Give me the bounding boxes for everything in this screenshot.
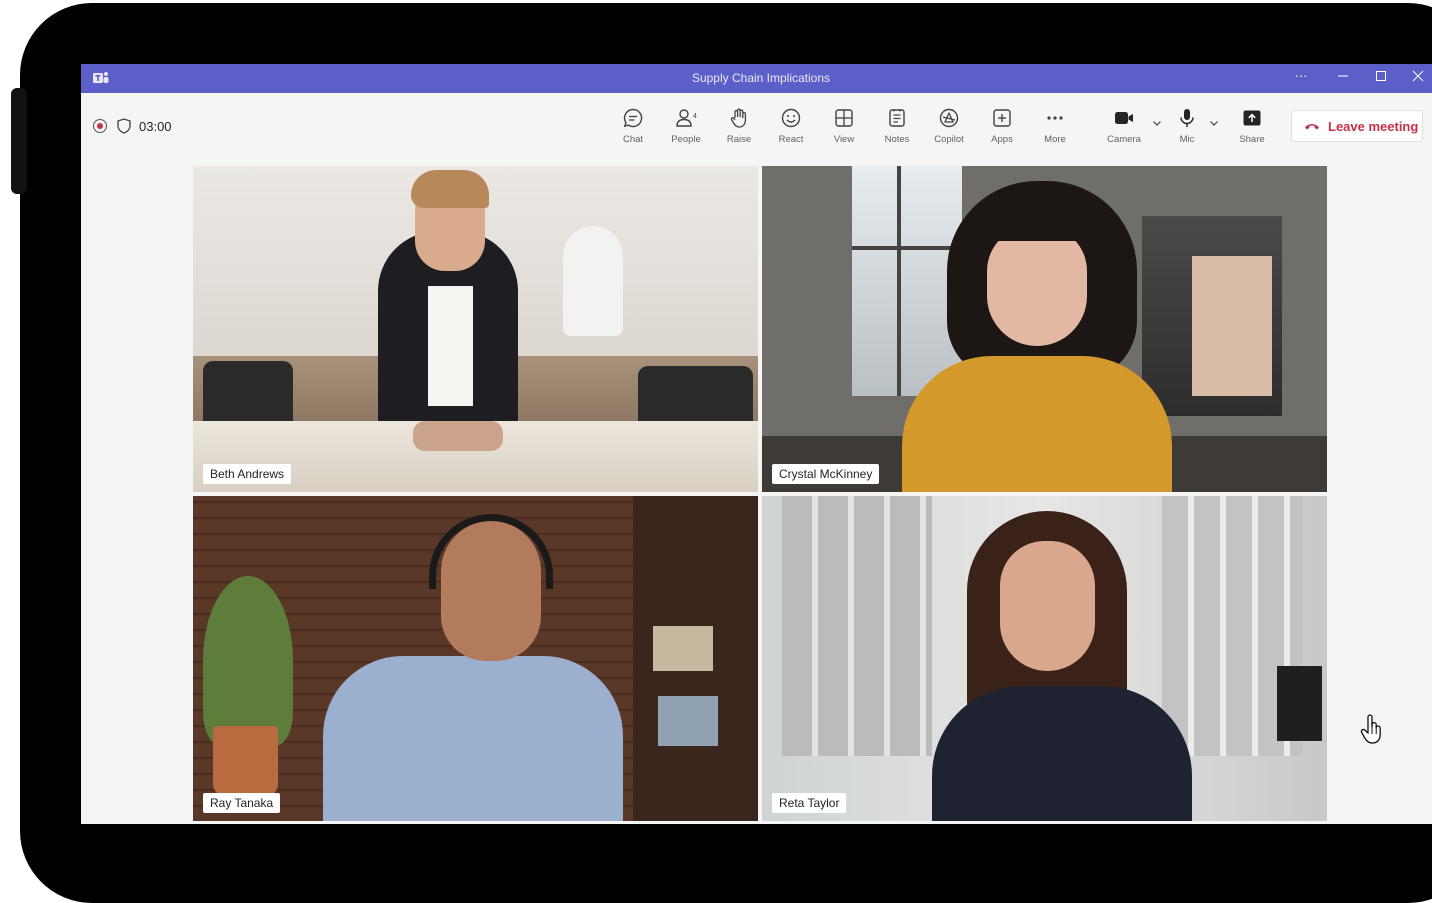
window-frame [897, 166, 901, 396]
face-reta [1000, 541, 1095, 671]
bangs-crystal [980, 196, 1095, 241]
notes-button[interactable]: Notes [871, 107, 923, 145]
hanging-shirt [1192, 256, 1272, 396]
window-light [852, 166, 962, 396]
mic-options-chevron-icon[interactable] [1208, 117, 1220, 129]
monitor [1277, 666, 1322, 741]
copilot-icon [939, 108, 959, 128]
notes-icon [889, 109, 905, 127]
people-icon: 4 [676, 109, 697, 127]
raise-label: Raise [726, 134, 752, 145]
camera-label: Camera [1107, 134, 1141, 145]
participant-name-label: Crystal McKinney [772, 464, 880, 484]
maximize-icon [1376, 71, 1386, 81]
chat-label: Chat [622, 134, 644, 145]
meeting-toolbar: 03:00 Chat 4 People Raise React View Not… [81, 93, 1432, 161]
book-display-2 [658, 696, 718, 746]
video-tile-ray-tanaka[interactable]: Ray Tanaka [193, 496, 758, 821]
window-frame-h [852, 246, 962, 250]
hand-pointer-cursor-icon [1360, 714, 1381, 744]
window-title: Supply Chain Implications [691, 71, 831, 85]
share-button[interactable]: Share [1226, 107, 1278, 145]
more-button[interactable]: More [1029, 107, 1081, 145]
device-side-button [11, 88, 27, 194]
blue-shirt [323, 656, 623, 821]
copilot-button[interactable]: Copilot [923, 107, 975, 145]
camera-icon [1115, 112, 1133, 124]
video-tile-reta-taylor[interactable]: Reta Taylor [762, 496, 1327, 821]
react-label: React [778, 134, 804, 145]
video-tile-beth-andrews[interactable]: Beth Andrews [193, 166, 758, 492]
share-icon [1243, 110, 1261, 126]
raise-hand-icon [730, 108, 747, 128]
share-label: Share [1239, 134, 1265, 145]
apps-button[interactable]: Apps [976, 107, 1028, 145]
view-label: View [833, 134, 855, 145]
mic-button[interactable]: Mic [1161, 107, 1213, 145]
camera-button[interactable]: Camera [1098, 107, 1150, 145]
apps-label: Apps [991, 134, 1013, 145]
dark-blouse [932, 686, 1192, 821]
mic-label: Mic [1179, 134, 1195, 145]
maximize-button[interactable] [1371, 70, 1391, 85]
white-chair [563, 226, 623, 336]
leave-meeting-label: Leave meeting [1328, 119, 1419, 134]
chair-right [638, 366, 753, 421]
copilot-label: Copilot [934, 134, 964, 145]
title-bar: Supply Chain Implications ··· [81, 64, 1432, 93]
chair-left [203, 361, 293, 421]
more-label: More [1044, 134, 1066, 145]
building-facade [782, 496, 932, 756]
people-button[interactable]: 4 People [660, 107, 712, 145]
potted-plant [203, 576, 293, 746]
people-label: People [671, 134, 701, 145]
raise-hand-button[interactable]: Raise [713, 107, 765, 145]
shield-icon [117, 118, 131, 134]
chat-icon [623, 108, 643, 128]
react-icon [781, 108, 801, 128]
video-grid: Beth Andrews Crystal McKinney Ray Tanaka… [193, 166, 1327, 821]
book-display [653, 626, 713, 671]
more-icon [1047, 116, 1063, 120]
mic-icon [1180, 109, 1194, 127]
view-button[interactable]: View [818, 107, 870, 145]
hang-up-icon [1305, 124, 1319, 130]
minimize-button[interactable] [1333, 70, 1353, 85]
close-icon [1412, 70, 1424, 82]
plant-pot [213, 726, 278, 796]
participant-name-label: Reta Taylor [772, 793, 847, 813]
react-button[interactable]: React [765, 107, 817, 145]
window-more-button[interactable]: ··· [1291, 68, 1311, 83]
teams-meeting-window: Supply Chain Implications ··· 03:00 Chat… [81, 64, 1432, 824]
recording-indicator-icon [93, 119, 107, 133]
participant-name-label: Ray Tanaka [203, 793, 281, 813]
apps-icon [993, 109, 1011, 127]
people-count-badge: 4 [693, 113, 697, 120]
notes-label: Notes [884, 134, 910, 145]
white-blouse [428, 286, 473, 406]
video-tile-crystal-mckinney[interactable]: Crystal McKinney [762, 166, 1327, 492]
minimize-icon [1338, 75, 1348, 77]
face-crystal [987, 226, 1087, 346]
meeting-timer: 03:00 [139, 119, 172, 134]
view-icon [835, 109, 853, 127]
yellow-blouse [902, 356, 1172, 492]
hair-beth [411, 170, 489, 208]
leave-meeting-button[interactable]: Leave meeting [1291, 110, 1423, 142]
chat-button[interactable]: Chat [607, 107, 659, 145]
participant-name-label: Beth Andrews [203, 464, 292, 484]
close-button[interactable] [1408, 70, 1428, 85]
hands-beth [413, 421, 503, 451]
